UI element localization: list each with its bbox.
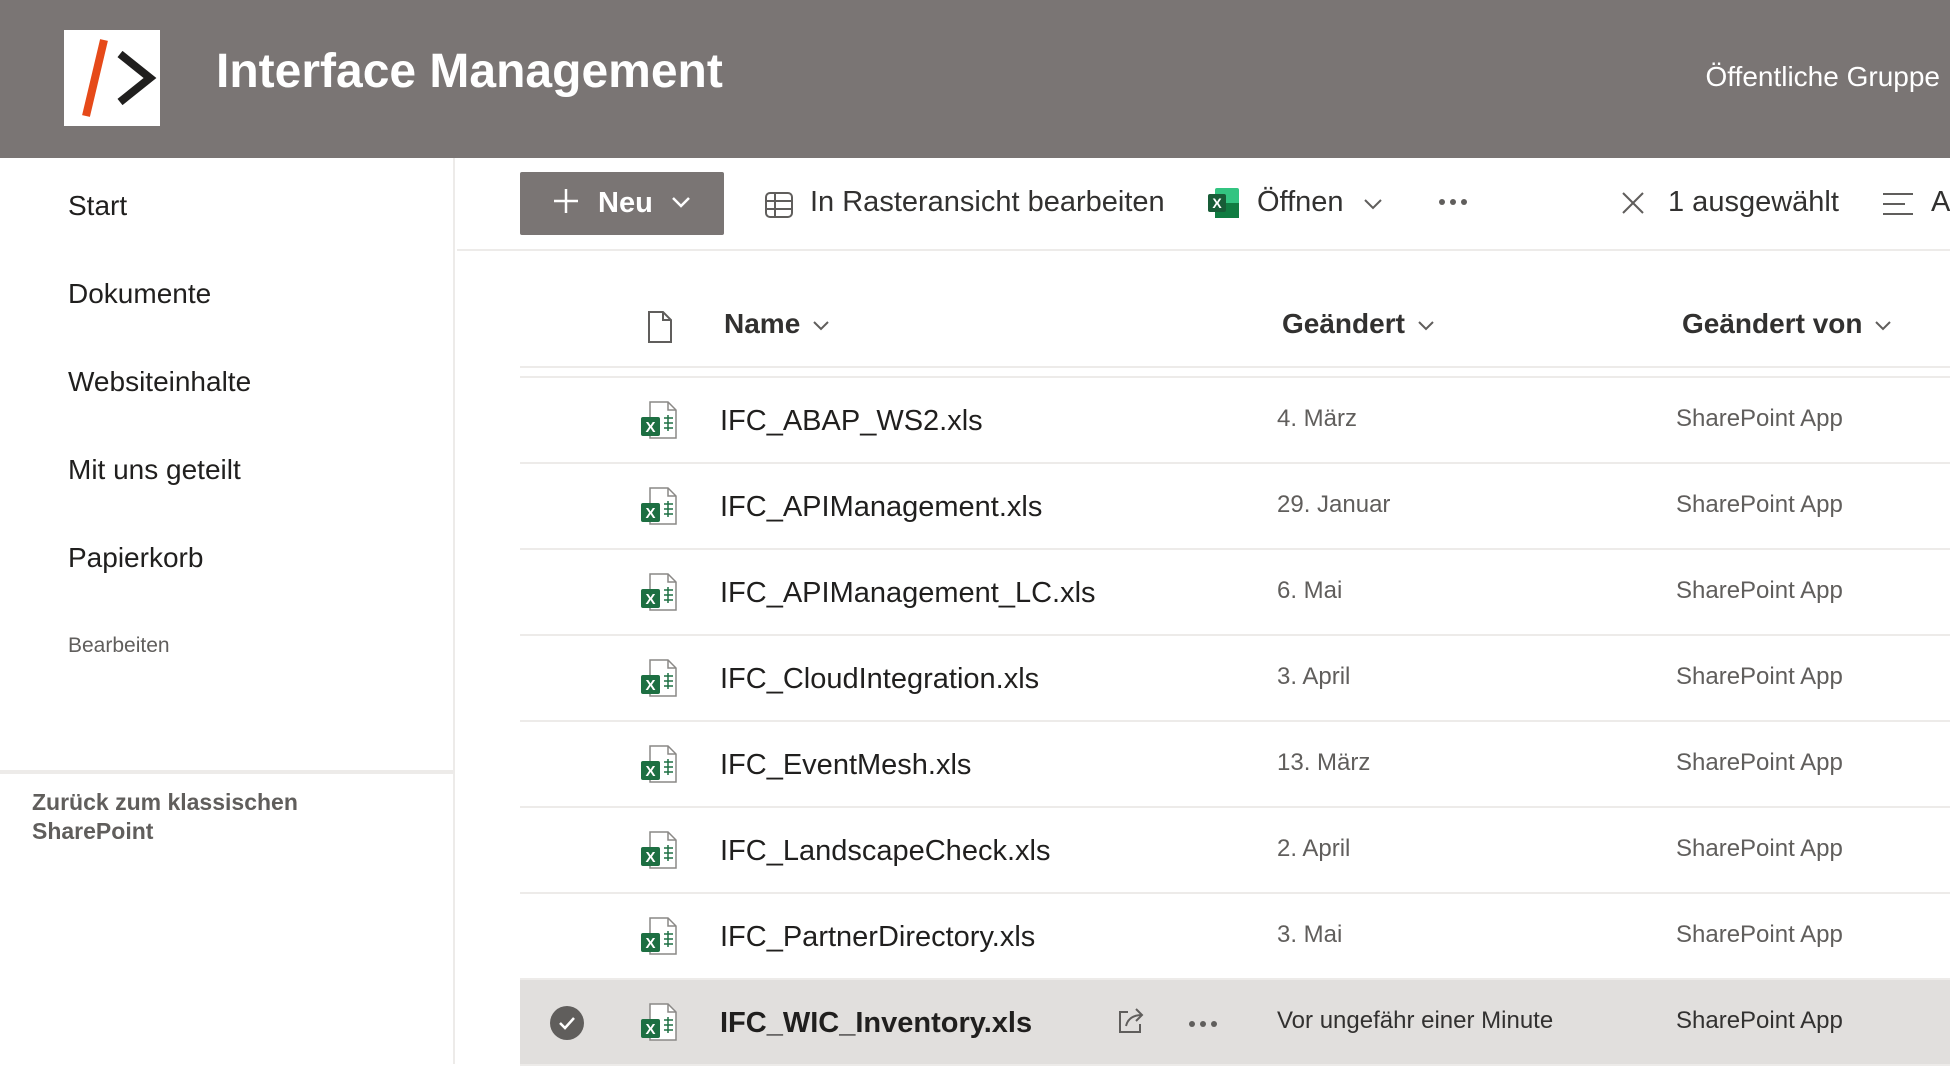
nav-item-papierkorb[interactable]: Papierkorb [68,542,203,574]
site-logo[interactable] [64,30,160,126]
excel-file-icon: X [640,744,678,784]
grid-edit-label: In Rasteransicht bearbeiten [810,186,1165,218]
list-header: Name Geändert Geändert von [520,288,1950,368]
share-icon[interactable] [1114,1004,1148,1038]
nav-item-geteilt[interactable]: Mit uns geteilt [68,454,241,486]
more-actions-button[interactable] [1434,184,1474,224]
svg-text:X: X [645,419,655,436]
document-icon[interactable] [646,310,674,344]
svg-text:X: X [645,935,655,952]
excel-file-icon: X [640,572,678,612]
file-name[interactable]: IFC_EventMesh.xls [720,749,971,782]
nav-item-start[interactable]: Start [68,190,127,222]
nav-divider [0,770,455,774]
modified-by[interactable]: SharePoint App [1676,405,1843,433]
chevron-down-icon [1364,199,1382,210]
view-options-button[interactable]: Al [1881,184,1950,224]
svg-text:X: X [645,849,655,866]
modified-by[interactable]: SharePoint App [1676,491,1843,519]
site-logo-icon [82,39,157,117]
table-row[interactable]: X IFC_ABAP_WS2.xls 4. März SharePoint App [520,378,1950,464]
chevron-down-icon [813,320,829,331]
table-row[interactable]: X IFC_EventMesh.xls 13. März SharePoint App [520,722,1950,808]
site-title[interactable]: Interface Management [216,44,723,99]
table-row[interactable]: X IFC_APIManagement.xls 29. Januar SharePoi… [520,464,1950,550]
chevron-down-icon [672,197,690,208]
modified-date: 6. Mai [1277,577,1343,604]
file-name[interactable]: IFC_CloudIntegration.xls [720,663,1039,696]
new-button-label: Neu [598,187,653,219]
column-header-modified-by[interactable]: Geändert von [1682,308,1892,340]
modified-date: 3. April [1277,663,1351,690]
column-header-modified[interactable]: Geändert [1282,308,1435,340]
column-header-name[interactable]: Name [724,308,830,340]
table-row[interactable]: X IFC_PartnerDirectory.xls 3. Mai SharePoin… [520,894,1950,980]
table-row[interactable]: X IFC_LandscapeCheck.xls 2. April SharePoin… [520,808,1950,894]
group-type-label: Öffentliche Gruppe [1705,61,1940,92]
modified-date: 2. April [1277,835,1351,862]
file-name[interactable]: IFC_APIManagement.xls [720,491,1042,524]
new-button[interactable]: Neu [520,172,724,235]
command-bar: Neu In Rasteransicht bearbeiten X Öffnen [457,158,1950,251]
modified-by[interactable]: SharePoint App [1676,663,1843,691]
plus-icon [554,189,578,213]
modified-by[interactable]: SharePoint App [1676,835,1843,863]
left-navigation: Start Dokumente Websiteinhalte Mit uns g… [0,158,455,1064]
excel-icon: X [1208,188,1239,218]
grid-edit-button[interactable]: In Rasteransicht bearbeiten [764,184,1184,224]
modified-date: Vor ungefähr einer Minute [1277,1007,1554,1034]
row-checkmark-icon[interactable] [550,1006,584,1040]
svg-text:X: X [645,591,655,608]
modified-date: 3. Mai [1277,921,1343,948]
nav-item-dokumente[interactable]: Dokumente [68,278,211,310]
modified-date: 13. März [1277,749,1371,776]
grid-icon [765,192,793,218]
chevron-down-icon [1418,320,1434,331]
nav-edit-link[interactable]: Bearbeiten [68,634,170,658]
excel-file-icon: X [640,916,678,956]
table-row[interactable]: X IFC_CloudIntegration.xls 3. April SharePo… [520,636,1950,722]
ellipsis-icon[interactable] [1188,1016,1218,1027]
excel-file-icon: X [640,830,678,870]
modified-date: 29. Januar [1277,491,1391,518]
svg-text:X: X [645,505,655,522]
excel-file-icon: X [640,486,678,526]
modified-by[interactable]: SharePoint App [1676,577,1843,605]
modified-date: 4. März [1277,405,1358,432]
file-name[interactable]: IFC_ABAP_WS2.xls [720,405,983,438]
close-icon [1622,192,1644,214]
nav-item-websiteinhalte[interactable]: Websiteinhalte [68,366,251,398]
table-row[interactable]: X IFC_APIManagement_LC.xls 6. Mai SharePoin… [520,550,1950,636]
modified-by[interactable]: SharePoint App [1676,1007,1843,1035]
modified-by[interactable]: SharePoint App [1676,921,1843,949]
open-label: Öffnen [1257,186,1344,218]
classic-sharepoint-link[interactable]: Zurück zum klassischen SharePoint [32,788,412,846]
file-name[interactable]: IFC_LandscapeCheck.xls [720,835,1050,868]
svg-text:X: X [645,677,655,694]
svg-text:X: X [645,1021,655,1038]
excel-file-icon: X [640,400,678,440]
excel-file-icon: X [640,1002,678,1042]
clear-selection-button[interactable] [1620,184,1660,224]
view-options-label: Al [1931,186,1950,218]
file-name[interactable]: IFC_PartnerDirectory.xls [720,921,1035,954]
ellipsis-icon [1439,199,1467,205]
open-button[interactable]: X Öffnen [1207,184,1387,224]
view-list-icon [1883,193,1913,215]
modified-by[interactable]: SharePoint App [1676,749,1843,777]
site-header: Interface Management Öffentliche Gruppe [0,0,1950,158]
excel-file-icon: X [640,658,678,698]
chevron-down-icon [1875,320,1892,331]
file-name[interactable]: IFC_WIC_Inventory.xls [720,1007,1032,1040]
file-name[interactable]: IFC_APIManagement_LC.xls [720,577,1096,610]
table-row[interactable]: X IFC_WIC_Inventory.xls Vor ungefähr einer… [520,980,1950,1066]
svg-text:X: X [1212,195,1222,211]
svg-text:X: X [645,763,655,780]
